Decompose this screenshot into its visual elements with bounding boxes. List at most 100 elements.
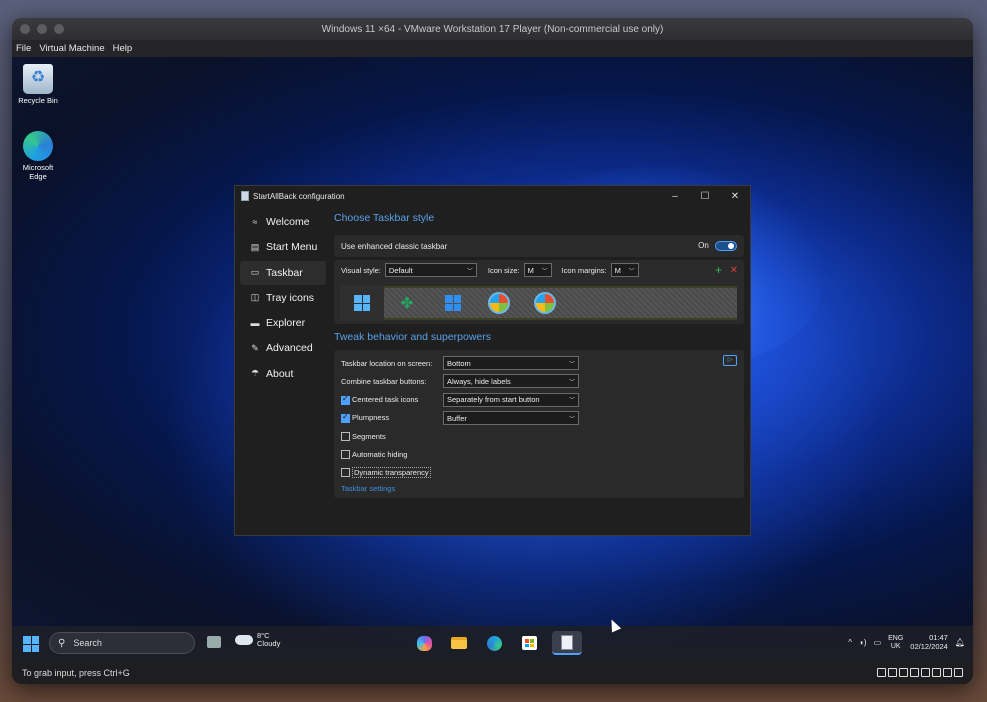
enhanced-toggle-group: On [698,241,737,251]
remove-icon[interactable]: ✕ [730,265,738,276]
icon-margins-select[interactable]: M ﹀ [610,263,639,277]
desktop: Recycle Bin Microsoft Edge StartAllBack … [12,57,973,643]
taskbar-settings-link[interactable]: Taskbar settings [341,484,737,493]
startallback-app[interactable] [552,631,582,655]
edge-app[interactable] [482,631,506,655]
speaker-icon[interactable]: ◖) [859,638,867,647]
chevron-down-icon: ﹀ [541,268,548,275]
sound-card-icon[interactable] [921,668,930,677]
desktop-icon-edge[interactable]: Microsoft Edge [13,131,63,181]
vm-window: Windows 11 ×64 - VMware Workstation 17 P… [12,18,973,684]
video-help-icon[interactable]: ▷ [723,355,737,366]
windows-7-orb-icon [488,292,510,314]
chevron-down-icon: ﹀ [466,268,473,275]
nav-taskbar[interactable]: ▭ Taskbar [240,260,326,285]
printer-icon[interactable] [932,668,941,677]
menu-file[interactable]: File [16,43,31,54]
nav-explorer[interactable]: ▬ Explorer [240,311,326,335]
icon-size-select[interactable]: M ﹀ [523,263,552,277]
plumpness-checkbox-group[interactable]: Plumpness [341,412,443,423]
sab-window-title: StartAllBack configuration [253,191,345,201]
desktop-icon-recycle-bin[interactable]: Recycle Bin [13,64,63,106]
usb-icon[interactable] [910,668,919,677]
sab-titlebar[interactable]: StartAllBack configuration – ☐ ✕ [235,186,750,206]
segments-checkbox[interactable] [341,431,350,441]
cd-icon[interactable] [888,668,897,677]
preview-bar: ✤ [340,285,737,321]
auto-hide-row[interactable]: Automatic hiding [341,445,737,463]
display-icon[interactable]: ▭ [874,638,882,647]
combine-select[interactable]: Always, hide labels ﹀ [443,374,579,389]
zoom-dot[interactable] [54,24,64,34]
plumpness-checkbox[interactable] [341,412,350,423]
bell-icon[interactable]: 🔔︎ [955,638,965,647]
nav-label: Explorer [266,317,306,330]
segments-row[interactable]: Segments [341,427,737,445]
welcome-icon: ≈ [252,217,258,227]
auto-hide-checkbox[interactable] [341,450,350,460]
store-app[interactable] [517,631,541,655]
behavior-panel: ▷ Taskbar location on screen: Bottom ﹀ Co… [334,350,744,498]
visual-style-select[interactable]: Default ﹀ [384,263,477,277]
close-button[interactable]: ✕ [720,186,750,206]
centered-select[interactable]: Separately from start button ﹀ [443,392,579,407]
clock[interactable]: 01:47 02/12/2024 [910,633,948,651]
icon-size-label: Icon size: [487,265,520,275]
app-icon [241,191,249,201]
location-select[interactable]: Bottom ﹀ [443,356,579,371]
language-indicator[interactable]: ENG UK [888,635,903,650]
preview-start-button[interactable] [340,285,384,321]
centered-checkbox-group[interactable]: Centered task icons [341,394,443,405]
minimize-button[interactable]: – [660,186,690,206]
menu-virtual-machine[interactable]: Virtual Machine [39,43,104,54]
pinned-apps [412,631,582,655]
select-value: Always, hide labels [447,376,511,386]
centered-checkbox[interactable] [341,394,350,405]
nav-welcome[interactable]: ≈ Welcome [240,210,326,234]
copilot-app[interactable] [412,631,436,655]
auto-hide-label: Automatic hiding [352,450,408,460]
nav-tray-icons[interactable]: ◫ Tray icons [240,286,326,310]
visual-style-label: Visual style: [341,265,381,275]
hdd-icon[interactable] [877,668,886,677]
vm-title: Windows 11 ×64 - VMware Workstation 17 P… [321,23,664,35]
enhanced-toggle[interactable] [715,241,737,251]
nav-label: Advanced [266,342,313,355]
system-tray: ^ ◖) ▭ ENG UK 01:47 02/12/2024 🔔︎ [848,633,965,651]
task-view-icon[interactable] [207,636,221,648]
network-icon[interactable] [899,668,908,677]
dynamic-transparency-row[interactable]: Dynamic transparency [341,464,737,482]
minimize-dot[interactable] [37,24,47,34]
message-icon[interactable] [954,668,963,677]
lang-top: ENG [888,635,904,643]
select-value: M [527,265,534,275]
nav-advanced[interactable]: ✎ Advanced [240,336,326,360]
taskbar-search[interactable]: ⚲ Search [49,632,195,654]
centered-row: Centered task icons Separately from star… [341,391,737,409]
copilot-icon [416,635,432,651]
preview-style-clover[interactable]: ✤ [384,294,430,312]
preview-style-vista[interactable] [522,292,568,314]
menu-help[interactable]: Help [113,43,133,54]
maximize-button[interactable]: ☐ [690,186,720,206]
weather-widget[interactable]: 8°C Cloudy [235,631,280,649]
wifi-icon[interactable] [943,668,952,677]
start-button[interactable] [23,636,39,652]
add-icon[interactable]: + [715,263,722,277]
close-dot[interactable] [20,24,30,34]
preview-style-win7[interactable] [476,292,522,314]
file-explorer-app[interactable] [447,631,471,655]
sab-main: Choose Taskbar style Use enhanced classi… [334,212,744,498]
nav-about[interactable]: ☂ About [240,362,326,386]
vm-statusbar: To grab input, press Ctrl+G [12,662,973,684]
nav-start-menu[interactable]: ▤ Start Menu [240,235,326,259]
plumpness-select[interactable]: Buffer ﹀ [443,411,579,426]
chevron-up-icon[interactable]: ^ [848,638,852,647]
dynamic-transparency-checkbox[interactable] [341,468,350,478]
nav-label: Tray icons [266,291,315,304]
combine-row: Combine taskbar buttons: Always, hide la… [341,372,737,390]
location-label: Taskbar location on screen: [341,358,433,368]
windows-10-logo-icon [445,295,461,311]
preview-style-win10[interactable] [430,295,476,311]
vm-titlebar[interactable]: Windows 11 ×64 - VMware Workstation 17 P… [12,18,973,40]
